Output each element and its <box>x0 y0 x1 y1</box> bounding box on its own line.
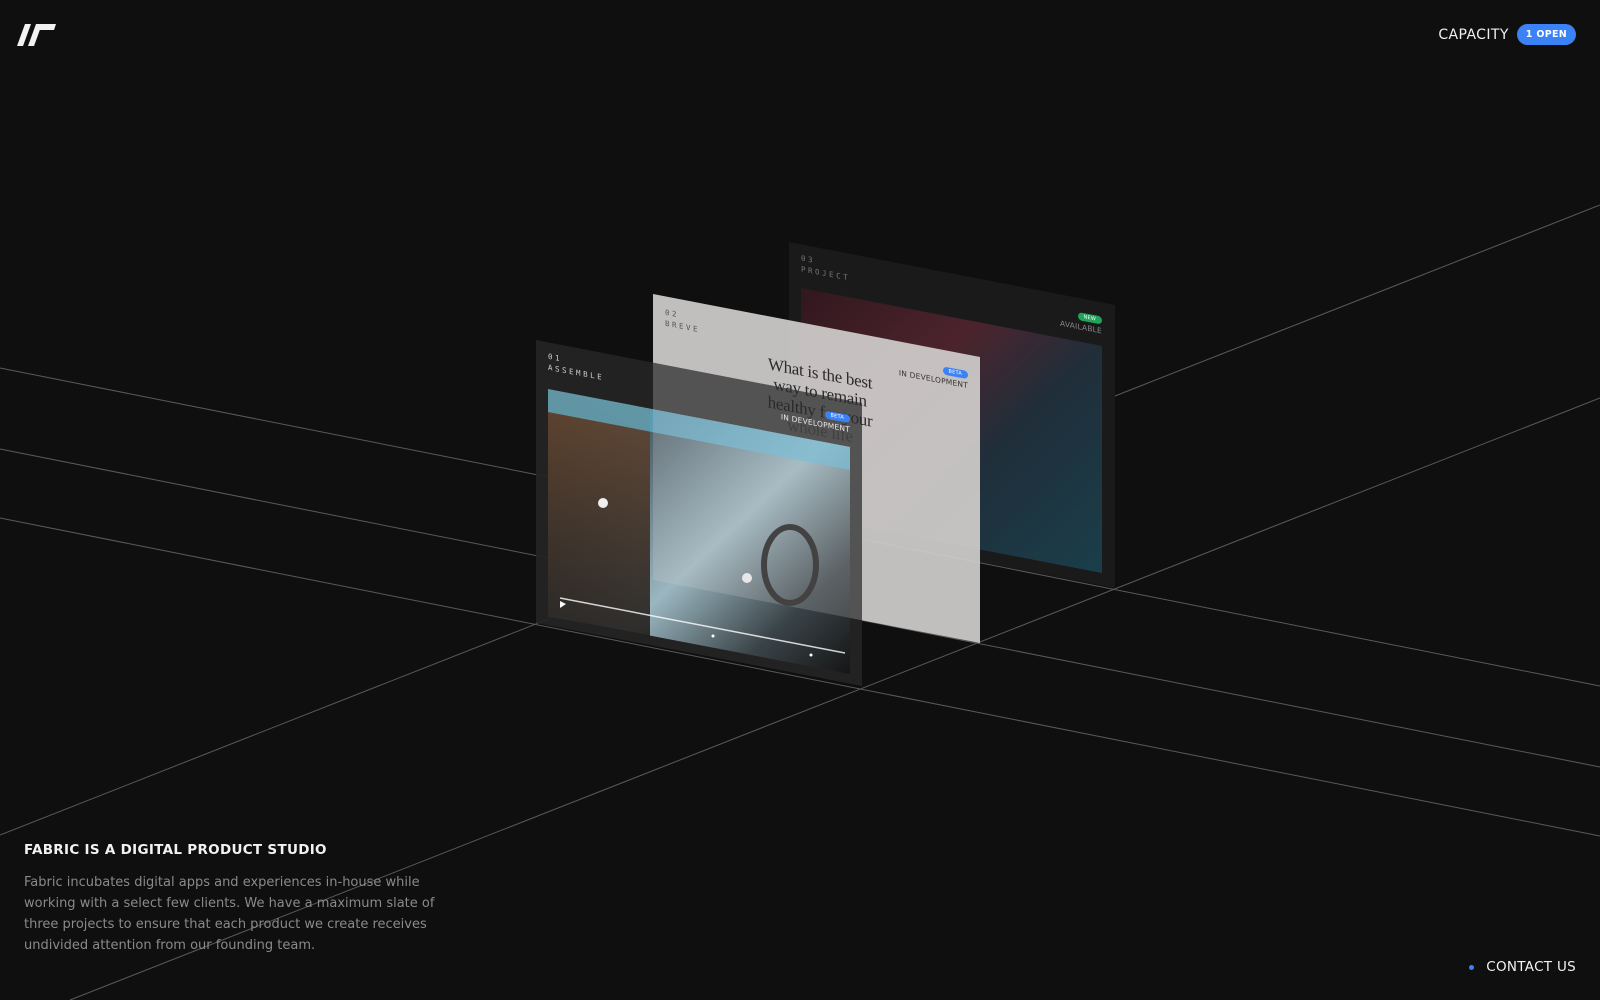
hotspot-icon <box>598 498 608 508</box>
contact-label: CONTACT US <box>1486 959 1576 975</box>
fabric-logo[interactable] <box>16 22 56 48</box>
capacity-indicator[interactable]: CAPACITY 1 OPEN <box>1438 24 1576 45</box>
studio-intro: FABRIC IS A DIGITAL PRODUCT STUDIO Fabri… <box>24 842 444 956</box>
capacity-label: CAPACITY <box>1438 26 1509 43</box>
capacity-badge: 1 OPEN <box>1516 24 1576 45</box>
dot-icon <box>1469 964 1475 970</box>
page: 03 PROJECT NEW AVAILABLE 02 BREVE BETA I… <box>0 0 1600 1000</box>
contact-us-link[interactable]: CONTACT US <box>1469 959 1576 975</box>
intro-body: Fabric incubates digital apps and experi… <box>24 875 435 953</box>
intro-title: FABRIC IS A DIGITAL PRODUCT STUDIO <box>24 842 327 858</box>
